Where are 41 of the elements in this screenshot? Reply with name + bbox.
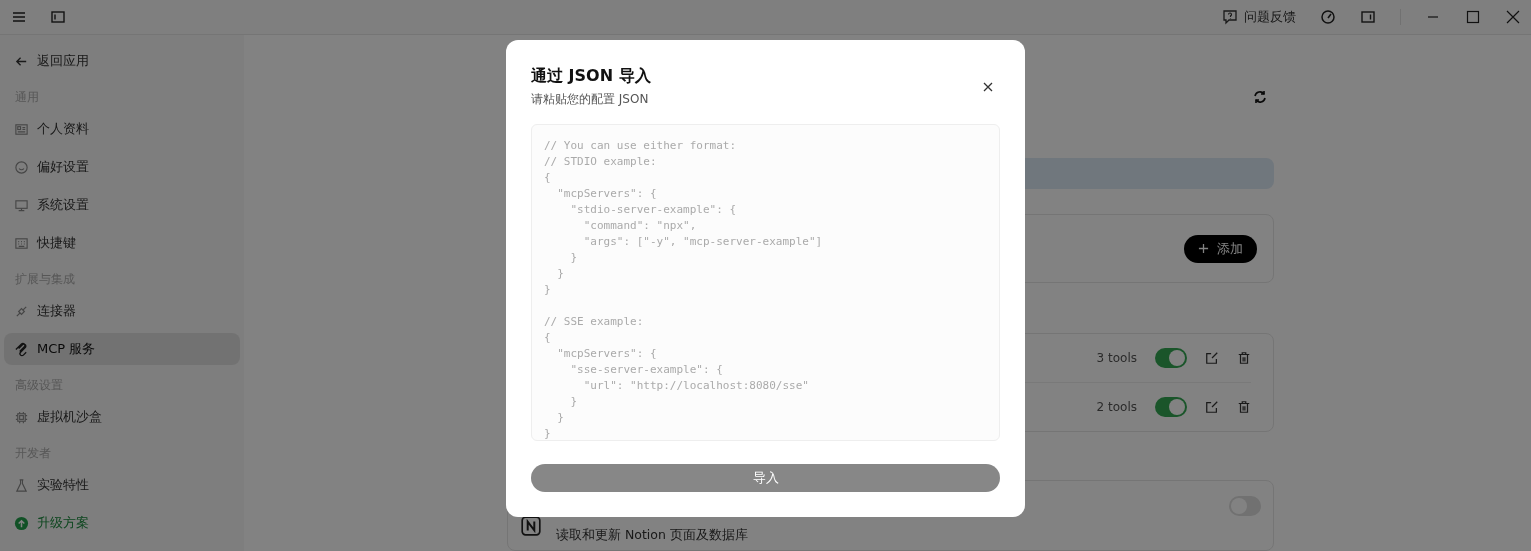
trash-icon[interactable]	[1237, 400, 1251, 415]
panel-toggle-icon[interactable]	[1360, 9, 1376, 25]
dialog-subtitle: 请粘贴您的配置 JSON	[531, 91, 650, 108]
refresh-icon[interactable]	[1252, 89, 1268, 105]
mcp-icon	[14, 341, 29, 357]
sidebar-item[interactable]: 快捷键	[4, 227, 240, 259]
json-input-field[interactable]: // You can use either format: // STDIO example: { "mcpServers": { "stdio-server-example": { "command": "npx", "args": ["-y", "mcp-server-example"] } } } // SSE example: { "mcpServers": { "sse-server-example": { "url": "http://localhost:8080/sse" } } }	[531, 124, 1000, 442]
edit-icon[interactable]	[1205, 351, 1219, 366]
feedback-icon	[1222, 9, 1238, 25]
sidebar-item[interactable]: 连接器	[4, 295, 240, 327]
sidebar-toggle-icon[interactable]	[50, 9, 66, 25]
profile-icon	[14, 121, 29, 137]
keyboard-icon	[14, 235, 29, 251]
smile-icon	[14, 159, 29, 175]
trash-icon[interactable]	[1237, 351, 1251, 366]
maximize-icon[interactable]	[1465, 9, 1481, 25]
tool-count: 3 tools	[1096, 351, 1137, 366]
sidebar-item[interactable]: MCP 服务	[4, 333, 240, 365]
feedback-button[interactable]: 问题反馈	[1222, 8, 1296, 26]
sidebar-item[interactable]: 升级方案	[4, 507, 240, 539]
toggle-switch[interactable]	[1155, 348, 1187, 369]
plus-icon	[1198, 243, 1209, 255]
flask-icon	[14, 477, 29, 493]
sidebar-item[interactable]: 虚拟机沙盒	[4, 401, 240, 433]
back-link[interactable]: 返回应用	[4, 45, 240, 77]
connector-description: 读取和更新 Notion 页面及数据库	[556, 527, 749, 545]
toggle-switch[interactable]	[1155, 397, 1187, 418]
sidebar-item[interactable]: 偏好设置	[4, 151, 240, 183]
add-button[interactable]: 添加	[1184, 234, 1257, 263]
menu-icon[interactable]	[11, 9, 27, 25]
sidebar-item[interactable]: 系统设置	[4, 189, 240, 221]
upgrade-icon	[14, 515, 29, 531]
close-icon[interactable]	[982, 81, 994, 93]
chip-icon	[14, 409, 29, 425]
sidebar-item[interactable]: 实验特性	[4, 469, 240, 501]
monitor-icon	[14, 197, 29, 213]
edit-icon[interactable]	[1205, 400, 1219, 415]
dialog-title: 通过 JSON 导入	[531, 66, 651, 87]
tool-count: 2 tools	[1096, 400, 1137, 415]
sidebar-item[interactable]: 个人资料	[4, 113, 240, 145]
gauge-icon[interactable]	[1320, 9, 1336, 25]
